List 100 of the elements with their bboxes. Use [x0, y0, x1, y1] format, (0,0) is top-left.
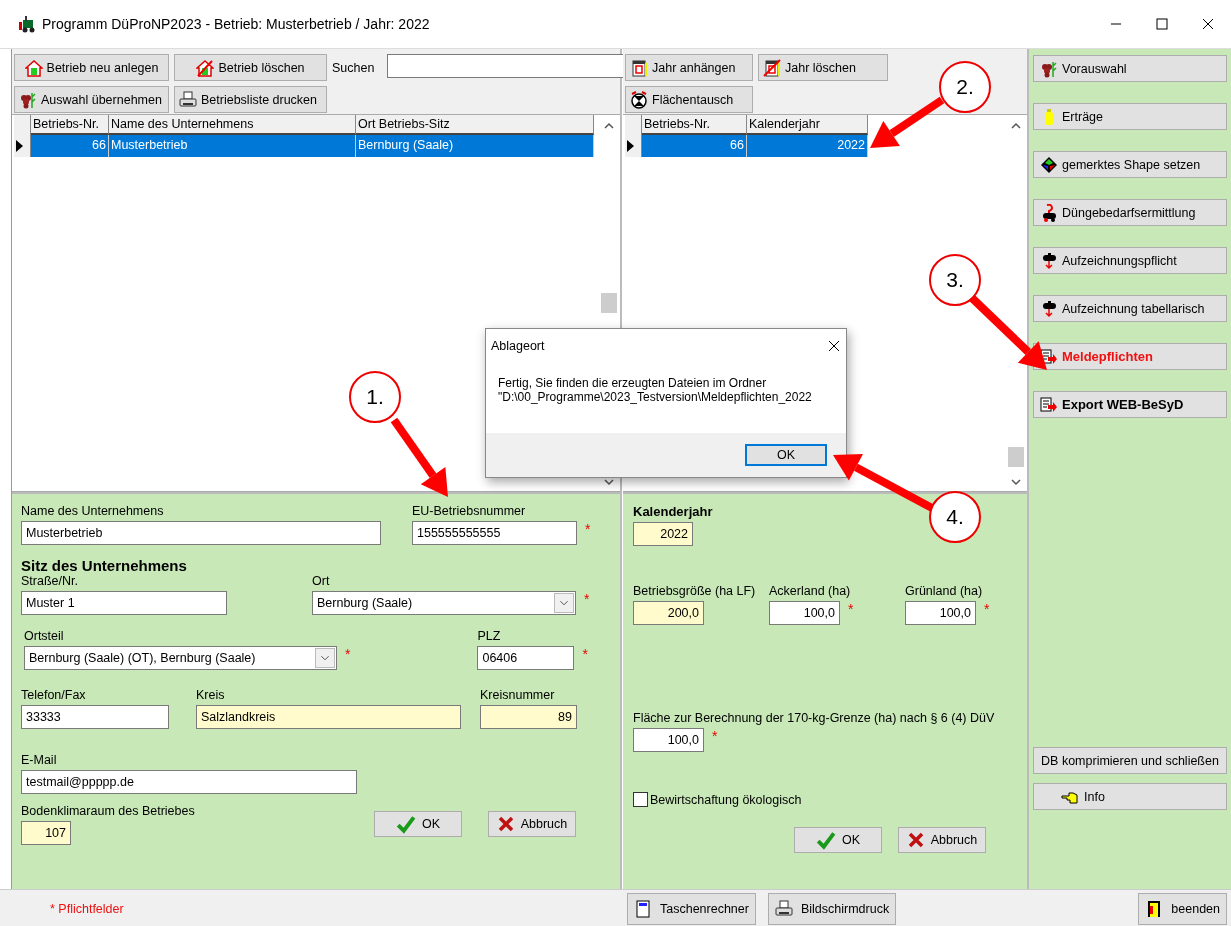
ok-button[interactable]: OK — [794, 827, 882, 853]
scroll-down-icon — [1009, 477, 1023, 487]
toolbar-button[interactable]: Betrieb löschen — [174, 54, 327, 81]
field-label: E-Mail — [21, 753, 57, 767]
required-mark: * — [584, 591, 590, 607]
required-mark: * — [712, 728, 718, 744]
cross-icon — [496, 815, 515, 833]
diamond-icon — [1040, 155, 1058, 174]
field-label: Ort — [312, 574, 330, 588]
column-header[interactable]: Betriebs-Nr. — [642, 115, 747, 135]
input-field[interactable]: 89 — [480, 705, 577, 729]
grapes-icon — [19, 90, 37, 109]
input-field[interactable]: Muster 1 — [21, 591, 227, 615]
sidebar-button[interactable]: Düngebedarfsermittlung — [1033, 199, 1227, 226]
table-cell[interactable]: Musterbetrieb — [109, 135, 356, 157]
window-title: Programm DüProNP2023 - Betrieb: Musterbetrieb / Jahr: 2022 — [42, 16, 430, 32]
tractor-icon — [18, 15, 36, 33]
column-header[interactable]: Ort Betriebs-Sitz — [356, 115, 594, 135]
calendar-icon — [630, 58, 648, 77]
scroll-down-icon — [602, 477, 616, 487]
dialog-message: "D:\00_Programme\2023_Testversion\Meldepflichten_2022 — [498, 390, 813, 404]
sidebar-button[interactable]: Info — [1033, 783, 1227, 810]
sidebar-button[interactable]: Export WEB-BeSyD — [1033, 391, 1227, 418]
input-field[interactable]: 107 — [21, 821, 71, 845]
printer-icon — [774, 900, 793, 918]
sidebar-button[interactable]: Aufzeichnung tabellarisch — [1033, 295, 1227, 322]
sidebar-button[interactable]: Aufzeichnungspflicht — [1033, 247, 1227, 274]
sidebar-button[interactable]: Vorauswahl — [1033, 55, 1227, 82]
field-label: Name des Unternehmens — [21, 504, 164, 518]
field-label: Straße/Nr. — [21, 574, 78, 588]
toolbar-button[interactable]: Betriebsliste drucken — [174, 86, 327, 113]
scroll-thumb[interactable] — [1008, 447, 1024, 467]
checkbox[interactable] — [633, 792, 648, 807]
machine-icon — [1040, 251, 1058, 270]
house-icon — [24, 58, 43, 77]
toolbar-button[interactable]: Flächentausch — [625, 86, 753, 113]
column-header[interactable]: Name des Unternehmens — [109, 115, 356, 135]
toolbar-button[interactable]: Betrieb neu anlegen — [14, 54, 169, 81]
scroll-up-icon — [1009, 121, 1023, 131]
field-label: Kalenderjahr — [633, 504, 713, 519]
input-field[interactable]: 155555555555 — [412, 521, 577, 545]
input-field[interactable]: 100,0 — [769, 601, 840, 625]
table-cell[interactable]: 66 — [31, 135, 109, 157]
status-button[interactable]: Taschenrechner — [627, 893, 756, 925]
cross-icon — [906, 831, 925, 849]
required-mark: * — [848, 601, 854, 617]
input-field[interactable]: 100,0 — [905, 601, 976, 625]
table-cell[interactable]: Bernburg (Saale) — [356, 135, 594, 157]
sidebar-button[interactable]: DB komprimieren und schließen — [1033, 747, 1227, 774]
sidebar-button[interactable]: gemerktes Shape setzen — [1033, 151, 1227, 178]
field-label: Telefon/Fax — [21, 688, 86, 702]
field-label: Fläche zur Berechnung der 170-kg-Grenze (ha) nach § 6 (4) DüV — [633, 711, 995, 725]
checkmark-icon — [395, 814, 416, 834]
input-field[interactable]: 100,0 — [633, 728, 704, 752]
input-field[interactable]: 06406 — [477, 646, 575, 670]
hourglass-circle-icon — [630, 90, 648, 109]
row-header-cell[interactable] — [625, 135, 642, 157]
table-cell[interactable]: 2022 — [747, 135, 868, 157]
dropdown[interactable]: Bernburg (Saale) — [312, 591, 576, 615]
column-header[interactable]: Kalenderjahr — [747, 115, 868, 135]
input-field[interactable]: 200,0 — [633, 601, 704, 625]
close-icon[interactable] — [827, 339, 841, 353]
field-label: PLZ — [477, 629, 501, 643]
input-field[interactable]: 33333 — [21, 705, 169, 729]
chevron-down-icon — [554, 593, 574, 613]
search-label: Suchen — [332, 60, 376, 75]
field-label: Ortsteil — [24, 629, 64, 643]
required-mark: * — [984, 601, 990, 617]
toolbar-button[interactable]: Jahr anhängen — [625, 54, 753, 81]
required-fields-note: * Pflichtfelder — [50, 902, 125, 916]
dropdown[interactable]: Bernburg (Saale) (OT), Bernburg (Saale) — [24, 646, 337, 670]
exit-button[interactable]: beenden — [1138, 893, 1227, 925]
document-arrow-icon — [1040, 395, 1058, 414]
required-mark: * — [582, 646, 588, 662]
field-label: Betriebsgröße (ha LF) — [633, 584, 756, 598]
sidebar-button[interactable]: Erträge — [1033, 103, 1227, 130]
field-label: EU-Betriebsnummer — [412, 504, 526, 518]
input-field[interactable]: testmail@ppppp.de — [21, 770, 357, 794]
chevron-down-icon — [315, 648, 335, 668]
column-header[interactable]: Betriebs-Nr. — [31, 115, 109, 135]
status-button[interactable]: Bildschirmdruck — [767, 893, 897, 925]
scroll-up-icon — [602, 121, 616, 131]
ok-button[interactable]: OK — [374, 811, 462, 837]
machine-icon — [1040, 299, 1058, 318]
ok-button[interactable]: OK — [745, 444, 827, 466]
cancel-button[interactable]: Abbruch — [898, 827, 986, 853]
row-header-cell[interactable] — [14, 135, 31, 157]
calendar-crossed-icon — [763, 58, 781, 77]
section-heading: Sitz des Unternehmens — [21, 557, 188, 574]
input-field[interactable]: Salzlandkreis — [196, 705, 461, 729]
input-field[interactable]: 2022 — [633, 522, 693, 546]
input-field[interactable]: Musterbetrieb — [21, 521, 381, 545]
table-cell[interactable]: 66 — [642, 135, 747, 157]
dialog-title: Ablageort — [491, 339, 545, 353]
toolbar-button[interactable]: Jahr löschen — [758, 54, 888, 81]
search-field[interactable] — [387, 54, 624, 78]
cancel-button[interactable]: Abbruch — [488, 811, 576, 837]
dialog-message: Fertig, Sie finden die erzeugten Dateien im Ordner — [498, 376, 768, 390]
scroll-thumb[interactable] — [601, 293, 617, 313]
toolbar-button[interactable]: Auswahl übernehmen — [14, 86, 169, 113]
